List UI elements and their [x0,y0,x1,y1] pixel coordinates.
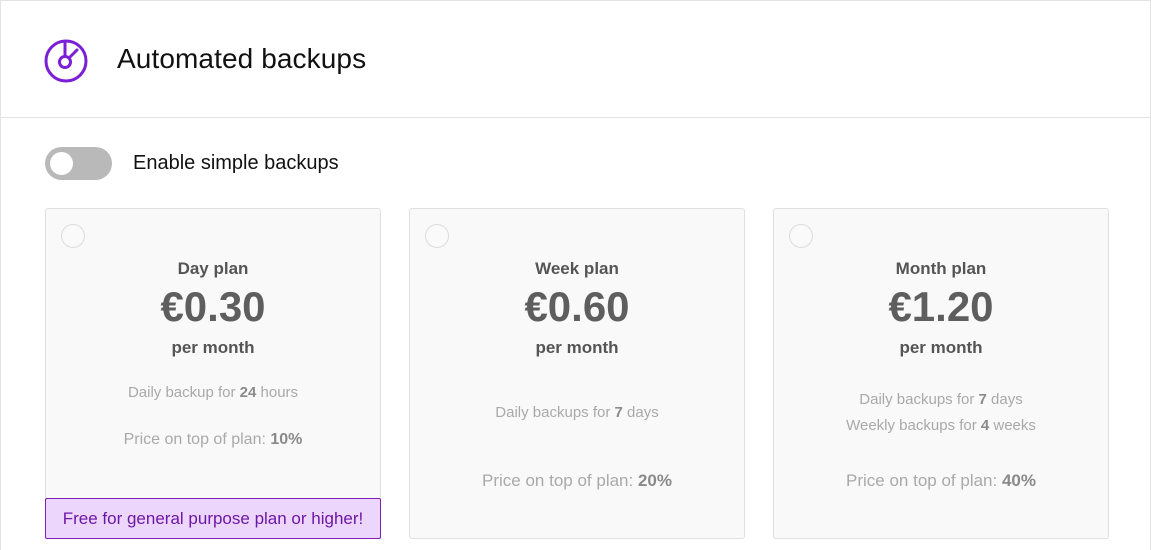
plan-radio-month[interactable] [789,224,813,248]
plan-price-note: Price on top of plan: 20% [482,471,672,490]
plan-radio-week[interactable] [425,224,449,248]
plan-period: per month [171,338,255,357]
panel-header: Automated backups [1,1,1150,118]
plan-period: per month [899,338,983,357]
plan-card-day[interactable]: Day plan €0.30 per month Daily backup fo… [45,208,381,539]
plan-name: Week plan [535,259,619,278]
enable-simple-backups-toggle[interactable] [45,147,112,180]
plan-name: Month plan [895,259,987,278]
plan-detail-line: Daily backups for 7 days [495,404,659,421]
enable-simple-backups-label: Enable simple backups [133,152,339,174]
backup-gauge-icon [44,39,88,83]
plan-price: €0.30 [160,283,266,330]
plan-detail-line: Weekly backups for 4 weeks [846,417,1036,434]
plan-card-week[interactable]: Week plan €0.60 per month Daily backups … [409,208,745,539]
plan-detail-line: Daily backups for 7 days [859,391,1023,408]
automated-backups-panel: Automated backups Enable simple backups … [0,0,1151,550]
plan-radio-day[interactable] [61,224,85,248]
plan-name: Day plan [177,259,249,278]
plan-period: per month [535,338,619,357]
free-plan-banner: Free for general purpose plan or higher! [45,498,381,539]
plan-price-note: Price on top of plan: 10% [123,431,303,448]
plan-card-month[interactable]: Month plan €1.20 per month Daily backups… [773,208,1109,539]
plan-price: €1.20 [888,283,994,330]
page-title: Automated backups [117,43,367,74]
plan-detail-line: Daily backup for 24 hours [127,384,299,401]
plan-price-note: Price on top of plan: 40% [846,471,1036,490]
plan-price: €0.60 [524,283,630,330]
toggle-knob [50,152,73,175]
